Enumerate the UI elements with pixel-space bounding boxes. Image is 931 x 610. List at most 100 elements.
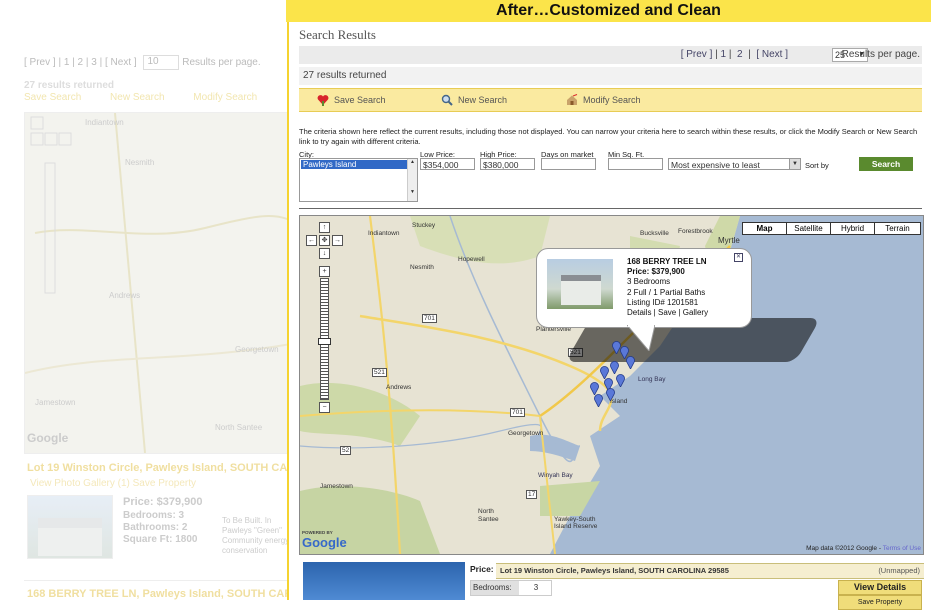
days-on-market-input[interactable]	[541, 158, 596, 170]
high-price-input[interactable]: $380,000	[480, 158, 535, 170]
results-map[interactable]: Map Satellite Hybrid Terrain ↑ ← ✥ → ↓ +…	[299, 215, 924, 555]
chevron-down-icon: ▼	[789, 159, 800, 169]
pan-center-icon[interactable]: ✥	[319, 235, 330, 246]
pager: [ Prev ] | 1 | 2 | [ Next ]	[680, 49, 788, 60]
save-property-button[interactable]: Save Property	[838, 595, 922, 610]
zoom-in-icon[interactable]: +	[319, 266, 330, 277]
sort-by-label: Sort by	[805, 161, 829, 170]
new-search-label: New Search	[458, 95, 508, 105]
before-place-andrews: Andrews	[109, 291, 141, 300]
criteria-description: The criteria shown here reflect the curr…	[299, 127, 918, 146]
map-type-terrain[interactable]: Terrain	[874, 222, 921, 235]
place-andrews: Andrews	[386, 384, 412, 391]
place-indiantown: Indiantown	[368, 230, 400, 237]
before-links: Save Search New Search Modify Search	[24, 92, 283, 103]
before-bathrooms: Bathrooms: 2	[123, 522, 188, 533]
before-bedrooms: Bedrooms: 3	[123, 510, 185, 521]
before-description: To Be Built. In Pawleys "Green" Communit…	[222, 516, 290, 555]
pan-down-icon[interactable]: ↓	[319, 248, 330, 259]
next-link[interactable]: [ Next ]	[756, 49, 788, 60]
magnifier-icon	[441, 94, 453, 106]
before-lot-links: View Photo Gallery (1) Save Property	[30, 478, 197, 489]
infowindow-listing-id: Listing ID# 1201581	[627, 297, 699, 307]
place-forestbrook: Forestbrook	[678, 228, 713, 235]
before-pager-text: [ Prev ] | 1 | 2 | 3 | [ Next ]	[24, 57, 137, 69]
sort-select[interactable]: Most expensive to least ▼	[668, 158, 801, 170]
search-button[interactable]: Search	[859, 157, 913, 171]
place-georgetown: Georgetown	[508, 430, 544, 437]
save-search-button[interactable]: Save Search	[317, 94, 386, 106]
before-place-georgetown: Georgetown	[235, 345, 279, 354]
view-details-button[interactable]: View Details	[838, 580, 922, 595]
map-marker-icon[interactable]	[594, 394, 603, 407]
before-divider	[24, 580, 296, 581]
page-2-link[interactable]: 2	[737, 49, 743, 60]
listing-address[interactable]: Lot 19 Winston Circle, Pawleys Island, S…	[500, 566, 729, 575]
infowindow-details: 168 BERRY TREE LN Price: $379,900 3 Bedr…	[627, 257, 708, 318]
modify-search-button[interactable]: Modify Search	[566, 94, 641, 106]
new-search-button[interactable]: New Search	[441, 94, 507, 106]
road-shield: 701	[422, 314, 437, 323]
road-shield: 701	[510, 408, 525, 417]
map-marker-icon[interactable]	[610, 361, 619, 374]
listing-photo[interactable]	[303, 562, 465, 600]
before-place-indiantown: Indiantown	[85, 118, 124, 127]
comparison-banner: After…Customized and Clean	[286, 0, 931, 22]
before-sqft: Square Ft: 1800	[123, 534, 198, 545]
pan-right-icon[interactable]: →	[332, 235, 343, 246]
terms-of-use-link[interactable]: Terms of Use	[883, 545, 921, 552]
zoom-out-icon[interactable]: −	[319, 402, 330, 413]
listing-map-status: (Unmapped)	[878, 566, 920, 575]
map-marker-icon[interactable]	[606, 388, 615, 401]
before-lot2-title: 168 BERRY TREE LN, Pawleys Island, SOUTH…	[27, 588, 327, 600]
listing-address-bar: Lot 19 Winston Circle, Pawleys Island, S…	[496, 563, 924, 579]
pan-up-icon[interactable]: ↑	[319, 222, 330, 233]
map-type-map[interactable]: Map	[742, 222, 787, 235]
zoom-slider-handle[interactable]	[318, 338, 331, 345]
min-sqft-input[interactable]	[608, 158, 663, 170]
prev-link[interactable]: [ Prev ]	[681, 49, 713, 60]
place-hopewell: Hopewell	[458, 256, 485, 263]
save-search-label: Save Search	[334, 95, 386, 105]
google-logo: POWERED BY Google	[302, 530, 347, 550]
infowindow-photo[interactable]	[547, 259, 613, 309]
results-count-bar: 27 results returned	[299, 67, 922, 85]
before-place-jamestown: Jamestown	[35, 398, 76, 407]
pan-left-icon[interactable]: ←	[306, 235, 317, 246]
before-listing-photo	[27, 495, 113, 559]
before-rpp-label: Results per page.	[182, 57, 261, 69]
close-icon[interactable]: ✕	[734, 253, 743, 262]
map-type-hybrid[interactable]: Hybrid	[830, 222, 875, 235]
listing-bedrooms: Bedrooms: 3	[470, 580, 552, 596]
before-specs: Bedrooms: 3 Bathrooms: 2 Square Ft: 1800	[123, 510, 197, 546]
place-north-santee: North Santee	[478, 508, 499, 523]
infowindow-links[interactable]: Details | Save | Gallery	[627, 308, 708, 318]
map-marker-icon[interactable]	[626, 356, 635, 369]
heart-icon	[317, 95, 329, 106]
results-per-page-label: Results per page.	[841, 49, 920, 60]
infowindow-pointer	[627, 325, 655, 351]
modify-search-label: Modify Search	[583, 95, 641, 105]
map-marker-icon[interactable]	[616, 374, 625, 387]
place-myrtle: Myrtle	[718, 236, 740, 245]
listing-infowindow: 168 BERRY TREE LN Price: $379,900 3 Bedr…	[536, 248, 752, 351]
infowindow-bedrooms: 3 Bedrooms	[627, 277, 671, 287]
before-modify-link: Modify Search	[193, 92, 258, 103]
pager-bar: [ Prev ] | 1 | 2 | [ Next ] 25 ▼ Results …	[299, 46, 922, 64]
road-shield: 521	[372, 368, 387, 377]
city-listbox-scrollbar[interactable]: ▲ ▼	[407, 159, 417, 201]
page-title: Search Results	[299, 27, 376, 42]
place-long-bay: Long Bay	[638, 376, 666, 383]
city-option-selected[interactable]: Pawleys Island	[301, 160, 407, 169]
before-new-link: New Search	[110, 92, 165, 103]
page-1-link[interactable]: 1	[721, 49, 727, 60]
before-pager: [ Prev ] | 1 | 2 | 3 | [ Next ] 10 Resul…	[24, 55, 261, 70]
city-listbox[interactable]: Pawleys Island ▲ ▼	[299, 158, 418, 202]
divider	[299, 208, 922, 209]
map-type-satellite[interactable]: Satellite	[786, 222, 831, 235]
bedrooms-label: Bedrooms:	[471, 581, 519, 595]
low-price-input[interactable]: $354,000	[420, 158, 475, 170]
road-shield: 17	[526, 490, 538, 499]
house-edit-icon	[567, 94, 578, 105]
before-place-north-santee: North Santee	[215, 423, 263, 432]
